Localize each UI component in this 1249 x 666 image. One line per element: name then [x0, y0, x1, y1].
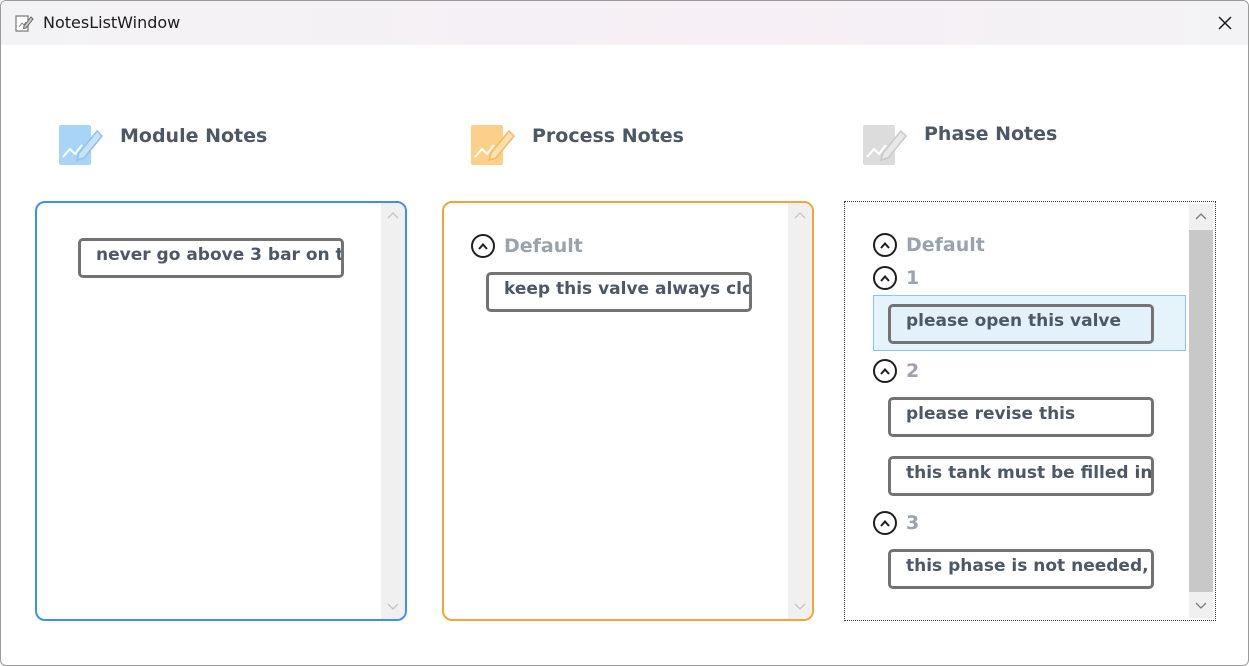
phase-notes-header: Phase Notes [859, 119, 1159, 169]
scrollbar[interactable] [1189, 204, 1213, 618]
chevron-up-icon [387, 212, 399, 219]
window-title: NotesListWindow [43, 13, 181, 32]
group-header-1[interactable]: 1 [873, 264, 919, 292]
note-item[interactable]: this phase is not needed, rem [888, 549, 1154, 589]
process-notes-header: Process Notes [467, 119, 767, 169]
close-button[interactable] [1202, 1, 1248, 45]
note-edit-icon [863, 125, 908, 165]
scrollbar[interactable] [788, 203, 812, 619]
group-header-3[interactable]: 3 [873, 509, 919, 537]
note-edit-icon [15, 15, 34, 32]
note-edit-icon [471, 125, 516, 165]
chevron-down-icon [387, 603, 399, 610]
chevron-down-icon [1195, 602, 1207, 609]
group-header-2[interactable]: 2 [873, 357, 919, 385]
group-label: Default [504, 235, 583, 257]
chevron-up-icon [1195, 213, 1207, 220]
collapse-icon[interactable] [873, 266, 897, 290]
title-bar[interactable]: NotesListWindow [1, 1, 1248, 45]
scroll-thumb[interactable] [1189, 230, 1213, 592]
note-item[interactable]: please revise this [888, 397, 1154, 437]
module-notes-title: Module Notes [120, 125, 268, 147]
module-notes-header: Module Notes [55, 119, 355, 169]
scrollbar[interactable] [381, 203, 405, 619]
close-icon [1218, 16, 1232, 30]
collapse-icon[interactable] [873, 511, 897, 535]
scroll-down-arrow[interactable] [788, 597, 812, 617]
module-notes-list[interactable]: never go above 3 bar on this [35, 201, 407, 621]
group-header-default[interactable]: Default [873, 231, 985, 259]
process-notes-list[interactable]: Default keep this valve always closed [442, 201, 814, 621]
group-label: 1 [906, 267, 920, 289]
note-edit-icon [59, 125, 104, 165]
collapse-icon[interactable] [471, 234, 495, 258]
notes-list-window: NotesListWindow Module Notes Process Not… [0, 0, 1249, 666]
group-label: Default [906, 234, 985, 256]
chevron-up-icon [794, 212, 806, 219]
process-notes-title: Process Notes [532, 125, 684, 147]
phase-notes-title: Phase Notes [924, 123, 1058, 145]
phase-notes-list[interactable]: Default 1 please open this valve 2 pleas… [844, 201, 1216, 621]
chevron-down-icon [794, 603, 806, 610]
note-item[interactable]: never go above 3 bar on this [78, 238, 344, 278]
group-label: 3 [906, 512, 920, 534]
scroll-down-arrow[interactable] [381, 597, 405, 617]
collapse-icon[interactable] [873, 233, 897, 257]
note-item[interactable]: keep this valve always closed [486, 272, 752, 312]
scroll-up-arrow[interactable] [788, 205, 812, 225]
group-header-default[interactable]: Default [471, 232, 583, 260]
note-item[interactable]: this tank must be filled in the [888, 456, 1154, 496]
group-label: 2 [906, 360, 920, 382]
scroll-up-arrow[interactable] [1189, 206, 1213, 226]
scroll-down-arrow[interactable] [1189, 596, 1213, 616]
collapse-icon[interactable] [873, 359, 897, 383]
scroll-up-arrow[interactable] [381, 205, 405, 225]
note-item-selected[interactable]: please open this valve [888, 304, 1154, 344]
